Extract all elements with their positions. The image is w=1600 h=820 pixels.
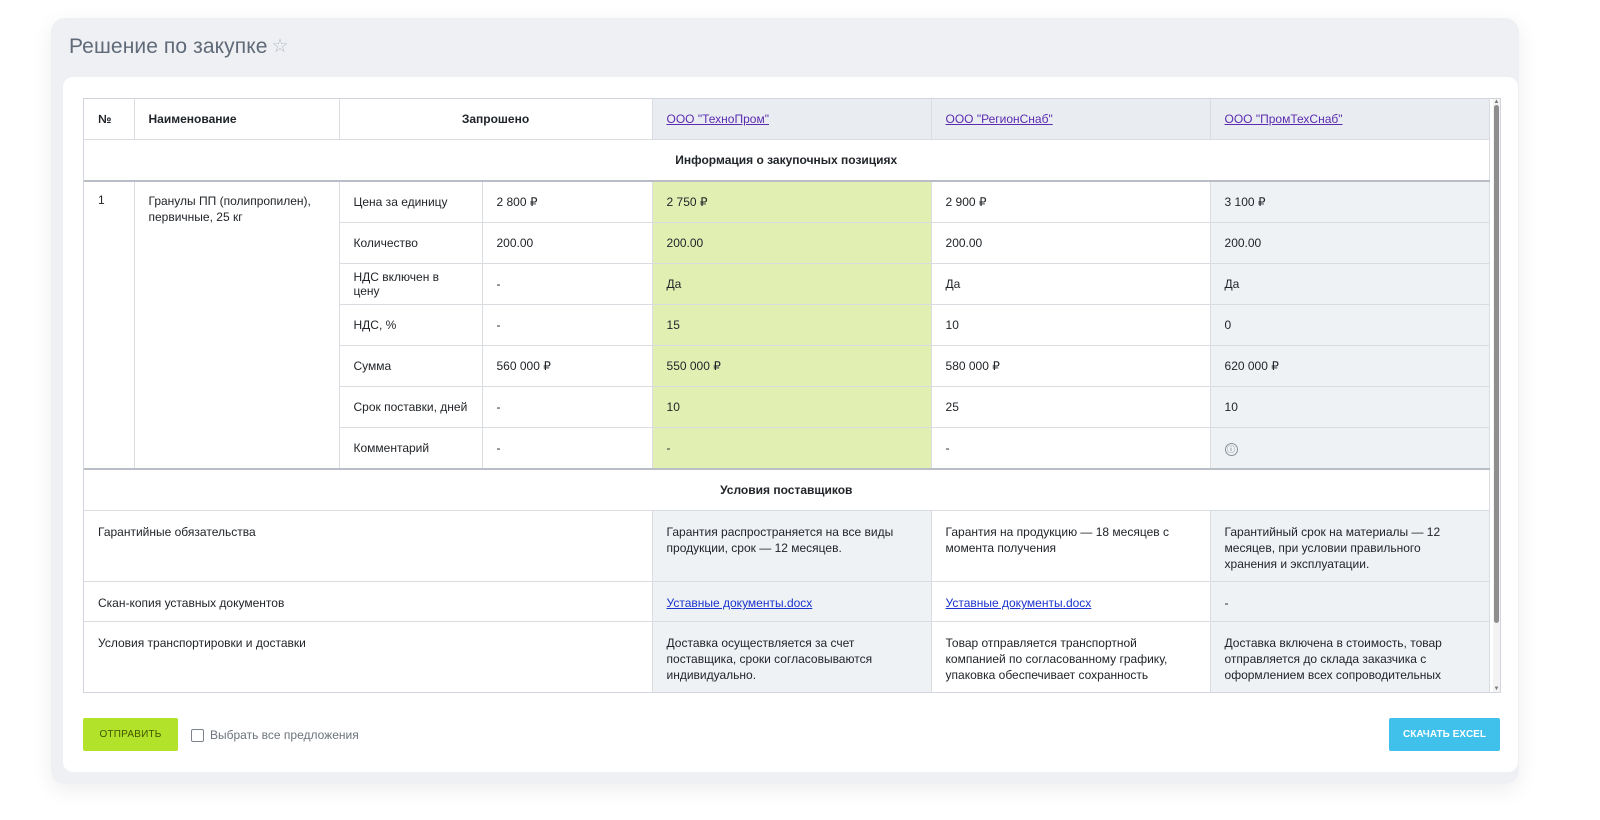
comparison-table: № Наименование Запрошено ООО "ТехноПром"… bbox=[84, 99, 1490, 692]
supplier-2-value: 2 900 ₽ bbox=[930, 180, 1211, 223]
supplier-3-condition: Доставка включена в стоимость, товар отп… bbox=[1209, 621, 1490, 692]
table-row: 1 Гранулы ПП (полипропилен), первичные, … bbox=[84, 180, 1490, 470]
condition-label: Условия транспортировки и доставки bbox=[84, 621, 653, 692]
row-label: Количество bbox=[338, 222, 483, 264]
supplier-1-value: 200.00 bbox=[651, 222, 932, 264]
requested-value: - bbox=[481, 386, 653, 428]
supplier-3-condition: Гарантийный срок на материалы — 12 месяц… bbox=[1209, 510, 1490, 582]
requested-value: - bbox=[481, 427, 653, 470]
supplier-1-value: - bbox=[651, 427, 932, 470]
page-title: Решение по закупке ☆ bbox=[69, 35, 289, 59]
item-name: Гранулы ПП (полипропилен), первичные, 25… bbox=[133, 180, 340, 470]
supplier-3-condition: - bbox=[1209, 581, 1490, 622]
requested-value: - bbox=[481, 304, 653, 346]
supplier-3-value: 620 000 ₽ bbox=[1209, 345, 1490, 387]
condition-label: Гарантийные обязательства bbox=[84, 510, 653, 582]
supplier-3-value: 3 100 ₽ bbox=[1209, 180, 1490, 223]
scrollbar-thumb[interactable] bbox=[1494, 105, 1499, 623]
column-header-name: Наименование bbox=[133, 99, 340, 140]
condition-label: Скан-копия уставных документов bbox=[84, 581, 653, 622]
column-header-supplier-3: ООО "ПромТехСнаб" bbox=[1209, 99, 1490, 140]
supplier-1-condition: Уставные документы.docx bbox=[651, 581, 932, 622]
select-all-label: Выбрать все предложения bbox=[210, 728, 359, 742]
requested-value: 200.00 bbox=[481, 222, 653, 264]
table-row: Условия транспортировки и доставки Доста… bbox=[84, 621, 1490, 692]
requested-value: 2 800 ₽ bbox=[481, 180, 653, 223]
item-number: 1 bbox=[84, 180, 135, 470]
column-header-supplier-1: ООО "ТехноПром" bbox=[651, 99, 932, 140]
supplier-3-comment: ⓘ bbox=[1209, 427, 1490, 470]
row-label: НДС включен в цену bbox=[338, 263, 483, 305]
page-title-text: Решение по закупке bbox=[69, 35, 268, 58]
supplier-2-value: 10 bbox=[930, 304, 1211, 346]
supplier-2-condition: Гарантия на продукцию — 18 месяцев с мом… bbox=[930, 510, 1211, 582]
supplier-1-value: 2 750 ₽ bbox=[651, 180, 932, 223]
section-title-positions: Информация о закупочных позициях bbox=[84, 139, 1490, 182]
supplier-3-value: 10 bbox=[1209, 386, 1490, 428]
table-row: Скан-копия уставных документов Уставные … bbox=[84, 581, 1490, 622]
column-header-num: № bbox=[84, 99, 135, 140]
scroll-down-arrow-icon[interactable]: ▼ bbox=[1493, 686, 1500, 692]
column-header-supplier-2: ООО "РегионСнаб" bbox=[930, 99, 1211, 140]
supplier-1-link[interactable]: ООО "ТехноПром" bbox=[667, 112, 769, 126]
row-label: Срок поставки, дней bbox=[338, 386, 483, 428]
supplier-2-value: 200.00 bbox=[930, 222, 1211, 264]
supplier-2-value: 25 bbox=[930, 386, 1211, 428]
select-all-checkbox[interactable] bbox=[191, 728, 204, 742]
supplier-2-link[interactable]: ООО "РегионСнаб" bbox=[946, 112, 1053, 126]
row-label: Сумма bbox=[338, 345, 483, 387]
supplier-2-value: Да bbox=[930, 263, 1211, 305]
supplier-1-value: 10 bbox=[651, 386, 932, 428]
supplier-3-link[interactable]: ООО "ПромТехСнаб" bbox=[1225, 112, 1343, 126]
supplier-3-value: 0 bbox=[1209, 304, 1490, 346]
table-row: Гарантийные обязательства Гарантия распр… bbox=[84, 510, 1490, 582]
supplier-2-value: 580 000 ₽ bbox=[930, 345, 1211, 387]
supplier-2-value: - bbox=[930, 427, 1211, 470]
info-icon[interactable]: ⓘ bbox=[1224, 442, 1238, 456]
supplier-1-value: Да bbox=[651, 263, 932, 305]
supplier-1-value: 550 000 ₽ bbox=[651, 345, 932, 387]
supplier-2-condition: Уставные документы.docx bbox=[930, 581, 1211, 622]
vertical-scrollbar[interactable]: ▲ ▼ bbox=[1493, 99, 1500, 692]
supplier-3-value: Да bbox=[1209, 263, 1490, 305]
supplier-1-condition: Доставка осуществляется за счет поставщи… bbox=[651, 621, 932, 692]
section-title-conditions: Условия поставщиков bbox=[84, 468, 1490, 511]
content-card: № Наименование Запрошено ООО "ТехноПром"… bbox=[63, 77, 1518, 772]
row-label: Комментарий bbox=[338, 427, 483, 470]
select-all-offers[interactable]: Выбрать все предложения bbox=[191, 728, 359, 742]
supplier-2-doc-link[interactable]: Уставные документы.docx bbox=[946, 596, 1092, 610]
star-icon[interactable]: ☆ bbox=[272, 35, 289, 58]
decision-panel: Решение по закупке ☆ № Наименование Запр… bbox=[51, 18, 1519, 784]
download-excel-button[interactable]: СКАЧАТЬ EXCEL bbox=[1389, 718, 1500, 751]
supplier-2-condition: Товар отправляется транспортной компание… bbox=[930, 621, 1211, 692]
row-label: Цена за единицу bbox=[338, 180, 483, 223]
requested-value: - bbox=[481, 263, 653, 305]
column-header-requested: Запрошено bbox=[338, 99, 653, 140]
row-label: НДС, % bbox=[338, 304, 483, 346]
supplier-3-value: 200.00 bbox=[1209, 222, 1490, 264]
supplier-1-value: 15 bbox=[651, 304, 932, 346]
comparison-table-container[interactable]: № Наименование Запрошено ООО "ТехноПром"… bbox=[83, 98, 1501, 693]
requested-value: 560 000 ₽ bbox=[481, 345, 653, 387]
supplier-1-condition: Гарантия распространяется на все виды пр… bbox=[651, 510, 932, 582]
supplier-1-doc-link[interactable]: Уставные документы.docx bbox=[667, 596, 813, 610]
send-button[interactable]: ОТПРАВИТЬ bbox=[83, 718, 178, 751]
